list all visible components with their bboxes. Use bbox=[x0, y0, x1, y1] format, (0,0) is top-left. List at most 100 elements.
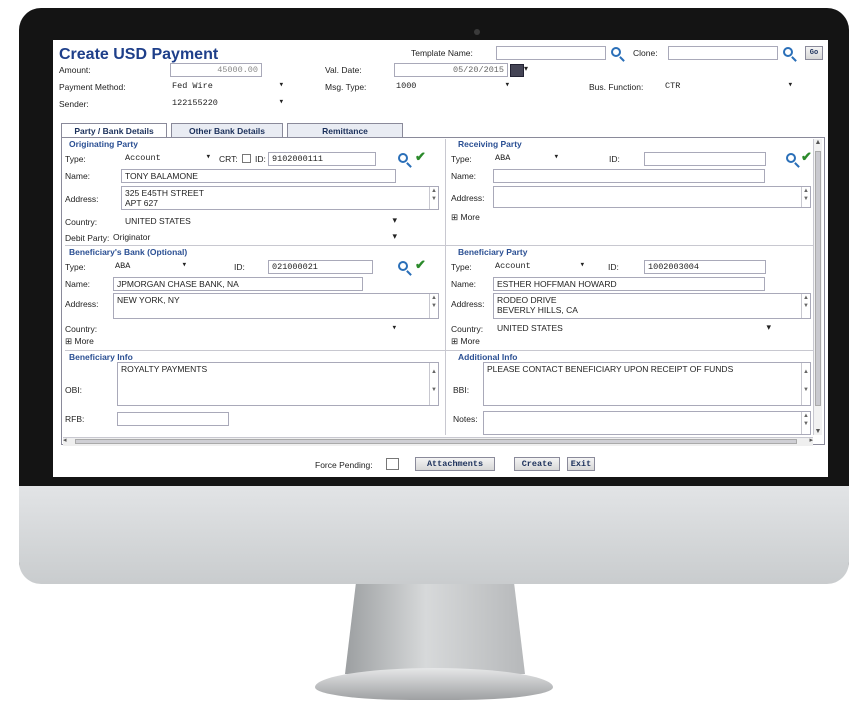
debit-party-select[interactable]: Originator ▾ bbox=[111, 231, 397, 247]
tab-party-bank-details[interactable]: Party / Bank Details bbox=[61, 123, 167, 137]
textarea-scroll-icon[interactable]: ▲ ▼ bbox=[429, 294, 438, 318]
template-search-icon[interactable] bbox=[611, 47, 621, 57]
bbi-textarea[interactable]: PLEASE CONTACT BENEFICIARY UPON RECEIPT … bbox=[483, 362, 811, 406]
msg-type-value: 1000 bbox=[396, 81, 417, 91]
orig-address-textarea[interactable]: 325 E45TH STREET APT 627 ▲ ▼ bbox=[121, 186, 439, 210]
orig-address-label: Address: bbox=[65, 194, 99, 204]
textarea-scroll-icon[interactable]: ▲ ▼ bbox=[801, 363, 810, 405]
bp-type-select[interactable]: Account ▾ bbox=[493, 260, 585, 276]
orig-check-icon[interactable]: ✔ bbox=[415, 150, 426, 163]
textarea-scroll-icon[interactable]: ▲ ▼ bbox=[801, 412, 810, 434]
calendar-icon[interactable] bbox=[510, 64, 524, 77]
panel-horizontal-scrollbar[interactable]: ◂ ▸ bbox=[63, 437, 813, 446]
bp-address-line2: BEVERLY HILLS, CA bbox=[497, 305, 578, 315]
chevron-down-icon: ▾ bbox=[766, 322, 771, 332]
bp-country-select[interactable]: UNITED STATES ▾ bbox=[495, 322, 771, 338]
tab-remittance[interactable]: Remittance bbox=[287, 123, 403, 137]
recv-check-icon[interactable]: ✔ bbox=[801, 150, 812, 163]
recv-search-icon[interactable] bbox=[786, 153, 796, 163]
attachments-button[interactable]: Attachments bbox=[415, 457, 495, 471]
sender-label: Sender: bbox=[59, 99, 89, 109]
bb-id-input[interactable]: 021000021 bbox=[268, 260, 373, 274]
template-name-label: Template Name: bbox=[411, 48, 473, 58]
scrollbar-thumb[interactable] bbox=[815, 151, 821, 406]
bb-address-line1: NEW YORK, NY bbox=[117, 295, 180, 305]
beneficiary-info-header: Beneficiary Info bbox=[69, 352, 133, 362]
bus-function-select[interactable]: CTR ▾ bbox=[663, 80, 793, 96]
recv-name-input[interactable] bbox=[493, 169, 765, 183]
payment-method-select[interactable]: Fed Wire ▾ bbox=[170, 80, 284, 96]
bp-type-label: Type: bbox=[451, 262, 472, 272]
chevron-down-icon: ▾ bbox=[579, 260, 585, 270]
beneficiary-party-header: Beneficiary Party bbox=[458, 247, 528, 257]
bp-address-textarea[interactable]: RODEO DRIVE BEVERLY HILLS, CA ▲ ▼ bbox=[493, 293, 811, 319]
bbi-value: PLEASE CONTACT BENEFICIARY UPON RECEIPT … bbox=[487, 364, 734, 374]
notes-label: Notes: bbox=[453, 414, 478, 424]
orig-name-input[interactable]: TONY BALAMONE bbox=[121, 169, 396, 183]
scroll-left-icon[interactable]: ◂ bbox=[63, 436, 67, 444]
orig-search-icon[interactable] bbox=[398, 153, 408, 163]
textarea-scroll-icon[interactable]: ▲ ▼ bbox=[801, 187, 810, 207]
recv-type-label: Type: bbox=[451, 154, 472, 164]
scrollbar-thumb[interactable] bbox=[75, 439, 797, 444]
bb-address-textarea[interactable]: NEW YORK, NY ▲ ▼ bbox=[113, 293, 439, 319]
calendar-dropdown-icon[interactable]: ▾ bbox=[524, 64, 528, 73]
bp-id-input[interactable]: 1002003004 bbox=[644, 260, 766, 274]
recv-name-label: Name: bbox=[451, 171, 477, 181]
tab-other-bank-details[interactable]: Other Bank Details bbox=[171, 123, 283, 137]
rfb-label: RFB: bbox=[65, 414, 85, 424]
bb-search-icon[interactable] bbox=[398, 261, 408, 271]
amount-input[interactable]: 45000.00 bbox=[170, 63, 262, 77]
template-name-input[interactable] bbox=[496, 46, 606, 60]
bp-id-label: ID: bbox=[608, 262, 619, 272]
recv-id-input[interactable] bbox=[644, 152, 766, 166]
scroll-right-icon[interactable]: ▸ bbox=[809, 436, 813, 444]
bb-check-icon[interactable]: ✔ bbox=[415, 258, 426, 271]
textarea-scroll-icon[interactable]: ▲ ▼ bbox=[429, 363, 438, 405]
msg-type-select[interactable]: 1000 ▾ bbox=[394, 80, 510, 96]
monitor-stand-neck bbox=[345, 584, 525, 674]
rfb-input[interactable] bbox=[117, 412, 229, 426]
clone-search-icon[interactable] bbox=[783, 47, 793, 57]
bb-type-select[interactable]: ABA ▾ bbox=[113, 260, 187, 276]
val-date-input[interactable]: 05/20/2015 bbox=[394, 63, 508, 77]
bb-name-input[interactable]: JPMORGAN CHASE BANK, NA bbox=[113, 277, 363, 291]
chevron-down-icon: ▾ bbox=[392, 231, 397, 241]
bp-type-value: Account bbox=[495, 261, 531, 271]
go-button[interactable]: Go bbox=[805, 46, 823, 60]
bb-type-value: ABA bbox=[115, 261, 131, 271]
orig-address-line2: APT 627 bbox=[125, 198, 158, 208]
clone-input[interactable] bbox=[668, 46, 778, 60]
force-pending-checkbox[interactable] bbox=[386, 458, 399, 470]
textarea-scroll-icon[interactable]: ▲ ▼ bbox=[429, 187, 438, 209]
orig-type-select[interactable]: Account ▾ bbox=[123, 152, 211, 168]
bb-more-link[interactable]: ⊞ More bbox=[65, 336, 94, 347]
exit-button[interactable]: Exit bbox=[567, 457, 595, 471]
recv-type-select[interactable]: ABA ▾ bbox=[493, 152, 559, 168]
orig-country-select[interactable]: UNITED STATES ▾ bbox=[123, 215, 397, 231]
chevron-down-icon: ▾ bbox=[278, 97, 284, 107]
chevron-down-icon: ▾ bbox=[391, 323, 397, 333]
notes-textarea[interactable]: ▲ ▼ bbox=[483, 411, 811, 435]
panel-vertical-scrollbar[interactable]: ▲ ▼ bbox=[813, 139, 822, 435]
recv-address-textarea[interactable]: ▲ ▼ bbox=[493, 186, 811, 208]
sender-value: 122155220 bbox=[172, 98, 218, 108]
bp-name-input[interactable]: ESTHER HOFFMAN HOWARD bbox=[493, 277, 765, 291]
originating-party-header: Originating Party bbox=[69, 139, 138, 149]
chevron-down-icon: ▾ bbox=[181, 260, 187, 270]
chevron-down-icon: ▾ bbox=[278, 80, 284, 90]
recv-more-link[interactable]: ⊞ More bbox=[451, 212, 480, 223]
create-button[interactable]: Create bbox=[514, 457, 560, 471]
scroll-down-icon[interactable]: ▼ bbox=[814, 428, 822, 435]
textarea-scroll-icon[interactable]: ▲ ▼ bbox=[801, 294, 810, 318]
crt-checkbox[interactable] bbox=[242, 154, 251, 163]
orig-id-input[interactable]: 9102000111 bbox=[268, 152, 376, 166]
chevron-down-icon: ▾ bbox=[205, 152, 211, 162]
bp-more-link[interactable]: ⊞ More bbox=[451, 336, 480, 347]
scroll-up-icon[interactable]: ▲ bbox=[814, 139, 822, 146]
bp-country-value: UNITED STATES bbox=[497, 323, 563, 333]
bb-id-label: ID: bbox=[234, 262, 245, 272]
obi-textarea[interactable]: ROYALTY PAYMENTS ▲ ▼ bbox=[117, 362, 439, 406]
sender-select[interactable]: 122155220 ▾ bbox=[170, 97, 284, 113]
bb-country-select[interactable]: ▾ bbox=[117, 323, 397, 339]
